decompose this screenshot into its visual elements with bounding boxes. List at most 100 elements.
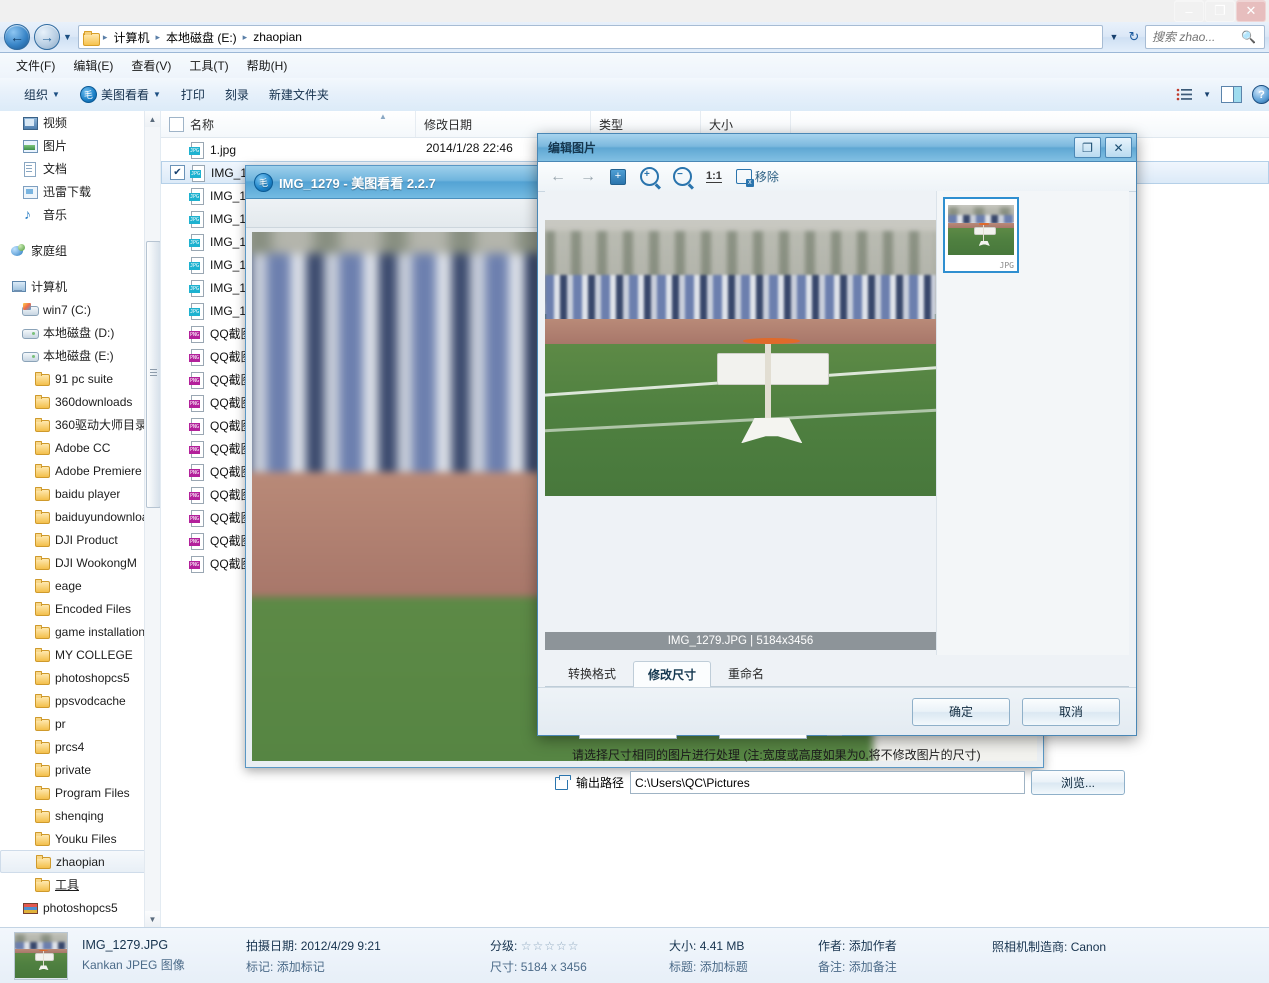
sidebar-item-zhaopian[interactable]: zhaopian — [0, 850, 160, 873]
zoom-out-icon: − — [673, 167, 692, 186]
details-rating-row[interactable]: 分级: ☆☆☆☆☆ — [490, 937, 655, 954]
remove-image-button[interactable]: 移除 — [735, 168, 779, 187]
breadcrumb-item-computer[interactable]: 计算机 — [109, 28, 153, 47]
new-folder-button[interactable]: 新建文件夹 — [259, 82, 339, 107]
view-dropdown-icon[interactable]: ▼ — [1203, 90, 1211, 99]
refresh-icon[interactable]: ↻ — [1123, 29, 1145, 45]
sidebar-item-d[interactable]: 本地磁盘 (D:) — [0, 321, 160, 344]
sidebar-item-label: ppsvodcache — [55, 693, 126, 708]
organize-button[interactable]: 组织 ▼ — [14, 82, 70, 107]
history-dropdown-icon[interactable]: ▼ — [63, 32, 72, 42]
help-icon[interactable]: ? — [1252, 85, 1269, 104]
sidebar-item-eage[interactable]: eage — [0, 574, 160, 597]
sidebar-item-my-college[interactable]: MY COLLEGE — [0, 643, 160, 666]
sidebar-item-dji-product[interactable]: DJI Product — [0, 528, 160, 551]
tab-convert-format[interactable]: 转换格式 — [553, 660, 631, 686]
sidebar-item-dji-wookongm[interactable]: DJI WookongM — [0, 551, 160, 574]
sidebar-item-91-pc-suite[interactable]: 91 pc suite — [0, 367, 160, 390]
row-checkbox[interactable]: ✔ — [170, 165, 185, 180]
breadcrumb-item-zhaopian[interactable]: zhaopian — [249, 29, 306, 45]
rating-stars-icon[interactable]: ☆☆☆☆☆ — [521, 939, 580, 953]
sidebar-item-game-installation[interactable]: game installation — [0, 620, 160, 643]
sidebar-item-[interactable]: 计算机 — [0, 275, 160, 298]
menu-file[interactable]: 文件(F) — [8, 54, 63, 77]
sidebar-item-prcs4[interactable]: prcs4 — [0, 735, 160, 758]
details-author-value[interactable]: 添加作者 — [849, 939, 897, 953]
sidebar-item-shenqing[interactable]: shenqing — [0, 804, 160, 827]
sidebar-item-baidu-player[interactable]: baidu player — [0, 482, 160, 505]
forward-button[interactable]: → — [34, 24, 60, 50]
browse-button[interactable]: 浏览... — [1031, 770, 1125, 795]
scroll-up-arrow[interactable]: ▲ — [145, 111, 160, 127]
details-author-row[interactable]: 作者: 添加作者 — [818, 937, 978, 954]
actual-size-button[interactable]: 1:1 — [706, 170, 722, 183]
meitu-logo-icon: 毛 — [254, 172, 273, 192]
sidebar-item-[interactable]: 工具 — [0, 873, 160, 896]
dialog-restore-button[interactable]: ❐ — [1074, 137, 1101, 158]
sidebar-item-[interactable]: 图片 — [0, 134, 160, 157]
minimize-button[interactable]: – — [1174, 0, 1204, 22]
navigation-scrollbar[interactable]: ▲ ▼ — [144, 111, 160, 927]
tab-resize[interactable]: 修改尺寸 — [633, 661, 712, 687]
column-header-0[interactable]: 名称 — [161, 111, 416, 137]
breadcrumb[interactable]: ▸ 计算机 ▸ 本地磁盘 (E:) ▸ zhaopian — [77, 25, 1103, 49]
scrollbar-thumb[interactable] — [146, 241, 160, 508]
preview-pane-icon[interactable] — [1221, 86, 1242, 103]
sidebar-item-pr[interactable]: pr — [0, 712, 160, 735]
output-path-input[interactable] — [630, 771, 1025, 794]
sidebar-item-[interactable]: 家庭组 — [0, 239, 160, 262]
back-button[interactable]: ← — [4, 24, 30, 50]
zoom-in-button[interactable]: + — [640, 167, 659, 186]
burn-button[interactable]: 刻录 — [215, 82, 259, 107]
sidebar-item-360[interactable]: 360驱动大师目录 — [0, 413, 160, 436]
sidebar-item-[interactable]: 音乐 — [0, 203, 160, 226]
details-comment-row[interactable]: 备注: 添加备注 — [818, 958, 978, 975]
cancel-button[interactable]: 取消 — [1022, 697, 1120, 726]
sidebar-item-encoded-files[interactable]: Encoded Files — [0, 597, 160, 620]
tab-rename[interactable]: 重命名 — [713, 660, 779, 686]
details-title-row[interactable]: 标题: 添加标题 — [669, 958, 804, 975]
close-button[interactable]: ✕ — [1236, 0, 1266, 22]
prev-image-button[interactable]: ← — [550, 168, 566, 185]
details-title-value[interactable]: 添加标题 — [700, 960, 748, 974]
dialog-titlebar[interactable]: 编辑图片 ❐ ✕ — [538, 134, 1136, 162]
maximize-button[interactable]: ❐ — [1205, 0, 1235, 22]
details-tags-row[interactable]: 标记: 添加标记 — [246, 958, 476, 975]
sidebar-item-ppsvodcache[interactable]: ppsvodcache — [0, 689, 160, 712]
sidebar-item-[interactable]: 文档 — [0, 157, 160, 180]
breadcrumb-item-drive-e[interactable]: 本地磁盘 (E:) — [162, 28, 241, 47]
select-all-checkbox[interactable] — [169, 116, 184, 132]
details-tags-value[interactable]: 添加标记 — [277, 960, 325, 974]
scroll-down-arrow[interactable]: ▼ — [145, 911, 160, 927]
menu-edit[interactable]: 编辑(E) — [65, 54, 121, 77]
search-input[interactable] — [1150, 29, 1238, 45]
thumbnail-item[interactable]: JPG — [943, 197, 1019, 273]
sidebar-item-win7-c[interactable]: win7 (C:) — [0, 298, 160, 321]
dialog-close-button[interactable]: ✕ — [1105, 137, 1132, 158]
sidebar-item-private[interactable]: private — [0, 758, 160, 781]
next-image-button[interactable]: → — [580, 168, 596, 185]
search-box[interactable]: 🔍 — [1145, 25, 1265, 49]
add-image-button[interactable]: + — [610, 168, 626, 185]
sidebar-item-[interactable]: 迅雷下载 — [0, 180, 160, 203]
sidebar-item-[interactable]: 视频 — [0, 111, 160, 134]
details-comment-value[interactable]: 添加备注 — [849, 960, 897, 974]
menu-help[interactable]: 帮助(H) — [239, 54, 296, 77]
sidebar-item-program-files[interactable]: Program Files — [0, 781, 160, 804]
address-dropdown-icon[interactable]: ▼ — [1105, 32, 1123, 42]
print-button[interactable]: 打印 — [171, 82, 215, 107]
meitu-viewer-button[interactable]: 毛 美图看看 ▼ — [70, 82, 171, 107]
sidebar-item-baiduyundownload[interactable]: baiduyundownload — [0, 505, 160, 528]
sidebar-item-photoshopcs5[interactable]: photoshopcs5 — [0, 666, 160, 689]
list-view-icon[interactable] — [1175, 88, 1193, 102]
ok-button[interactable]: 确定 — [912, 697, 1010, 726]
sidebar-item-360downloads[interactable]: 360downloads — [0, 390, 160, 413]
menu-view[interactable]: 查看(V) — [123, 54, 179, 77]
sidebar-item-adobe-premiere[interactable]: Adobe Premiere — [0, 459, 160, 482]
sidebar-item-youku-files[interactable]: Youku Files — [0, 827, 160, 850]
sidebar-item-photoshopcs5[interactable]: photoshopcs5 — [0, 896, 160, 919]
menu-tools[interactable]: 工具(T) — [181, 54, 236, 77]
sidebar-item-adobe-cc[interactable]: Adobe CC — [0, 436, 160, 459]
sidebar-item-e[interactable]: 本地磁盘 (E:) — [0, 344, 160, 367]
zoom-out-button[interactable]: − — [673, 167, 692, 186]
